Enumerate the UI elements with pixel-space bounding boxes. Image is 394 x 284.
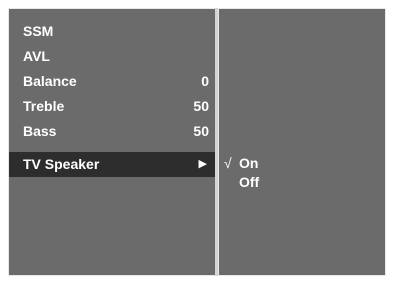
menu-item-tv-speaker[interactable]: TV Speaker ▶: [9, 152, 215, 177]
checkmark-icon: √: [224, 155, 232, 171]
menu-item-bass[interactable]: Bass 50: [9, 119, 215, 144]
treble-value: 50: [193, 98, 209, 114]
menu-item-ssm[interactable]: SSM: [9, 19, 215, 44]
tv-speaker-submenu-panel: √ On Off: [218, 8, 386, 276]
menu-item-treble[interactable]: Treble 50: [9, 94, 215, 119]
option-off[interactable]: Off: [219, 173, 385, 192]
balance-value: 0: [201, 73, 209, 89]
menu-item-balance[interactable]: Balance 0: [9, 69, 215, 94]
tv-osd-screen: SSM AVL Balance 0 Treble 50 Bass 50 TV S…: [0, 0, 394, 284]
menu-item-label: Bass: [23, 123, 57, 139]
tv-speaker-options: √ On Off: [219, 154, 385, 192]
audio-menu-panel: SSM AVL Balance 0 Treble 50 Bass 50 TV S…: [8, 8, 216, 276]
bass-value: 50: [193, 123, 209, 139]
option-label: On: [239, 155, 259, 171]
menu-item-label: SSM: [23, 23, 54, 39]
menu-item-label: TV Speaker: [23, 156, 100, 172]
menu-spacer: [9, 144, 215, 152]
audio-menu-list: SSM AVL Balance 0 Treble 50 Bass 50 TV S…: [9, 19, 215, 177]
menu-item-label: Balance: [23, 73, 77, 89]
menu-item-avl[interactable]: AVL: [9, 44, 215, 69]
option-on[interactable]: √ On: [219, 154, 385, 173]
menu-item-label: AVL: [23, 48, 50, 64]
submenu-arrow-icon: ▶: [198, 158, 207, 170]
menu-item-label: Treble: [23, 98, 65, 114]
option-label: Off: [239, 174, 260, 190]
